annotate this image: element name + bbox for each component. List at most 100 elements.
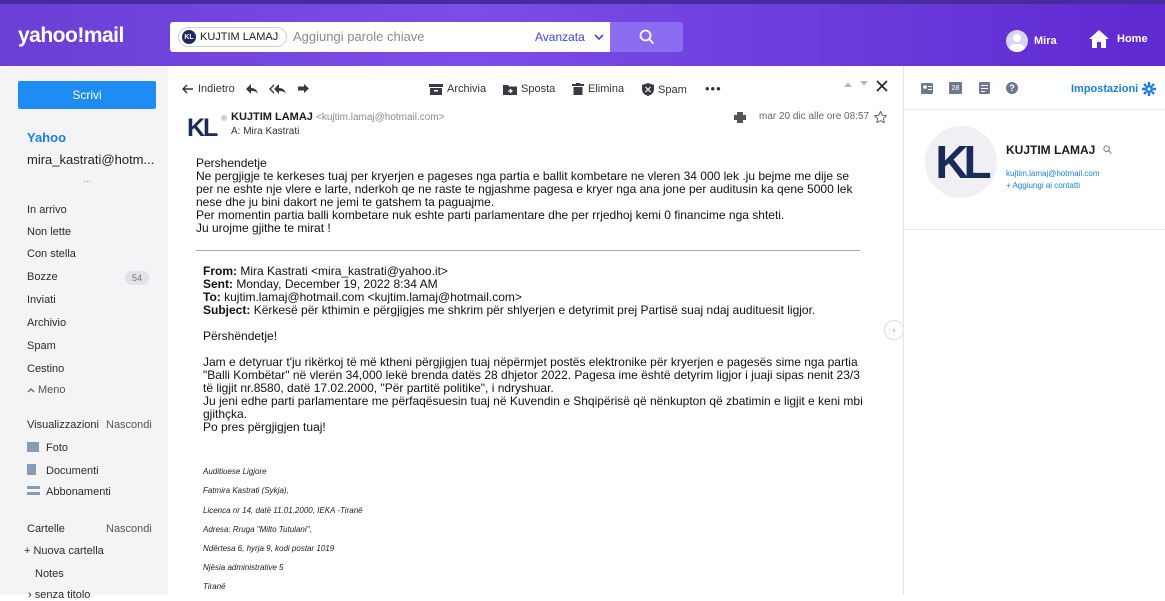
- signature-line: Tiranë: [203, 582, 226, 591]
- sidebar: Scrivi Yahoo mira_kastrati@hotm... ... I…: [0, 66, 168, 601]
- account-more[interactable]: ...: [83, 174, 91, 185]
- sidebar-item-inbox[interactable]: In arrivo: [27, 204, 67, 216]
- quoted-message: From: Mira Kastrati <mira_kastrati@yahoo…: [203, 265, 868, 434]
- signature-line: Njësia administrative 5: [203, 563, 284, 572]
- views-title: Visualizzazioni: [27, 419, 99, 431]
- user-name: Mira: [1034, 35, 1057, 47]
- move-folder-icon: [503, 84, 517, 95]
- search-button[interactable]: [610, 22, 683, 52]
- quoted-paragraph: Ju jeni edhe parti parlamentare me përfa…: [203, 394, 863, 421]
- signature-line: Adresa: Rruga "Milto Tutulani",: [203, 525, 312, 534]
- archive-icon: [429, 83, 443, 95]
- sidebar-item-unread[interactable]: Non lette: [27, 226, 71, 238]
- help-icon[interactable]: ?: [1006, 82, 1018, 94]
- less-label: Meno: [38, 384, 66, 396]
- chevron-up-icon: [27, 388, 35, 393]
- sidebar-item-drafts[interactable]: Bozze: [27, 271, 58, 283]
- sidebar-item-documents[interactable]: Documenti: [27, 464, 99, 477]
- compose-button[interactable]: Scrivi: [18, 81, 156, 109]
- sidebar-item-spam[interactable]: Spam: [27, 340, 56, 352]
- trash-icon: [572, 83, 584, 95]
- spam-button[interactable]: Spam: [642, 83, 687, 96]
- back-button[interactable]: Indietro: [182, 83, 235, 95]
- search-chip[interactable]: KL KUJTIM LAMAJ: [178, 27, 288, 47]
- forward-button[interactable]: [297, 83, 314, 94]
- account-email[interactable]: mira_kastrati@hotm...: [27, 152, 154, 167]
- star-icon[interactable]: [874, 111, 887, 123]
- prev-message-button[interactable]: [844, 81, 856, 87]
- sender-email: <kujtim.lamaj@hotmail.com>: [316, 112, 445, 123]
- sender-avatar[interactable]: KL: [187, 114, 223, 144]
- contact-panel: 28 ? Impostazioni KL KUJTIM LAMAJ kujtim…: [903, 66, 1165, 595]
- sidebar-item-sent[interactable]: Inviati: [27, 294, 56, 306]
- photos-label: Foto: [46, 442, 69, 454]
- contact-avatar: KL: [925, 126, 997, 198]
- forward-icon: [298, 84, 309, 93]
- signature-line: Fatmira Kastrati (Sykja),: [203, 486, 289, 495]
- quoted-greeting: Përshëndetje!: [203, 329, 278, 343]
- user-avatar-icon: [1006, 30, 1028, 52]
- yahoo-mail-logo[interactable]: yahoo!mail: [18, 24, 124, 48]
- next-message-button[interactable]: [860, 81, 872, 87]
- reply-button[interactable]: [245, 83, 263, 95]
- spam-label: Spam: [658, 83, 687, 96]
- sender-name[interactable]: KUJTIM LAMAJ: [231, 111, 313, 123]
- unread-dot-icon: [221, 115, 227, 121]
- archive-button[interactable]: Archivia: [429, 83, 486, 95]
- search-icon[interactable]: [1103, 145, 1112, 154]
- advanced-search-button[interactable]: Avanzata: [535, 30, 604, 44]
- account-name[interactable]: Yahoo: [27, 130, 66, 145]
- chip-label: KUJTIM LAMAJ: [200, 31, 279, 43]
- printer-icon[interactable]: [734, 112, 746, 123]
- user-menu[interactable]: Mira: [1006, 30, 1057, 52]
- contact-email[interactable]: kujtim.lamaj@hotmail.com: [1006, 169, 1099, 178]
- recipient: A: Mira Kastrati: [231, 126, 300, 137]
- shield-icon: [642, 83, 654, 96]
- message-pane: Indietro Archivia Sposta Elimina Spam ••…: [168, 66, 903, 595]
- calendar-icon[interactable]: 28: [949, 82, 962, 94]
- right-toolbar: 28 ? Impostazioni: [904, 66, 1165, 110]
- close-message-button[interactable]: [876, 80, 892, 92]
- more-actions-button[interactable]: •••: [705, 81, 722, 96]
- delete-label: Elimina: [588, 83, 625, 95]
- contacts-icon[interactable]: [921, 83, 933, 94]
- body-paragraph: Ju urojme gjithe te mirat !: [196, 221, 331, 235]
- quoted-paragraph: Po pres përgjigjen tuaj!: [203, 420, 326, 434]
- calendar-day: 28: [951, 85, 960, 92]
- sidebar-item-archive[interactable]: Archivio: [27, 317, 66, 329]
- folder-untitled-label: senza titolo: [34, 589, 91, 601]
- sidebar-item-subscriptions[interactable]: Abbonamenti: [27, 486, 111, 498]
- notepad-icon[interactable]: [979, 82, 990, 94]
- sidebar-item-trash[interactable]: Cestino: [27, 363, 64, 375]
- subscriptions-icon: [27, 486, 40, 495]
- home-label: Home: [1117, 33, 1148, 45]
- search-input[interactable]: Aggiungi parole chiave: [293, 29, 425, 44]
- new-folder-button[interactable]: + Nuova cartella: [24, 545, 104, 557]
- sidebar-item-photos[interactable]: Foto: [27, 442, 68, 454]
- chevron-down-icon: [594, 34, 604, 41]
- chevron-right-icon: ›: [892, 325, 896, 335]
- search-box[interactable]: KL KUJTIM LAMAJ Aggiungi parole chiave A…: [170, 22, 610, 52]
- delete-button[interactable]: Elimina: [572, 83, 624, 95]
- collapse-panel-button[interactable]: ›: [884, 320, 904, 340]
- home-button[interactable]: Home: [1088, 29, 1148, 49]
- message-body: Pershendetje Ne pergjigje te kerkeses tu…: [196, 157, 866, 235]
- drafts-count-badge: 54: [125, 271, 149, 285]
- gear-icon: [1142, 82, 1157, 96]
- back-label: Indietro: [198, 83, 235, 95]
- reply-all-icon: [269, 84, 286, 94]
- sidebar-item-starred[interactable]: Con stella: [27, 248, 76, 260]
- views-hide-link[interactable]: Nascondi: [106, 419, 152, 431]
- reply-all-button[interactable]: [269, 83, 291, 95]
- sidebar-less-toggle[interactable]: Meno: [27, 384, 66, 396]
- folder-untitled[interactable]: › senza titolo: [28, 589, 90, 601]
- folders-hide-link[interactable]: Nascondi: [106, 523, 152, 535]
- chip-avatar: KL: [182, 30, 196, 44]
- settings-link[interactable]: Impostazioni: [1071, 82, 1157, 96]
- quoted-paragraph: Jam e detyruar t'ju rikërkoj të më kthen…: [203, 355, 860, 395]
- move-button[interactable]: Sposta: [503, 83, 555, 95]
- folder-notes[interactable]: Notes: [35, 568, 64, 580]
- signature-line: Licenca nr 14, datë 11.01.2000, IEKA -Ti…: [203, 506, 363, 515]
- add-contact-link[interactable]: + Aggiungi ai contatti: [1006, 181, 1080, 190]
- search-icon: [639, 29, 654, 45]
